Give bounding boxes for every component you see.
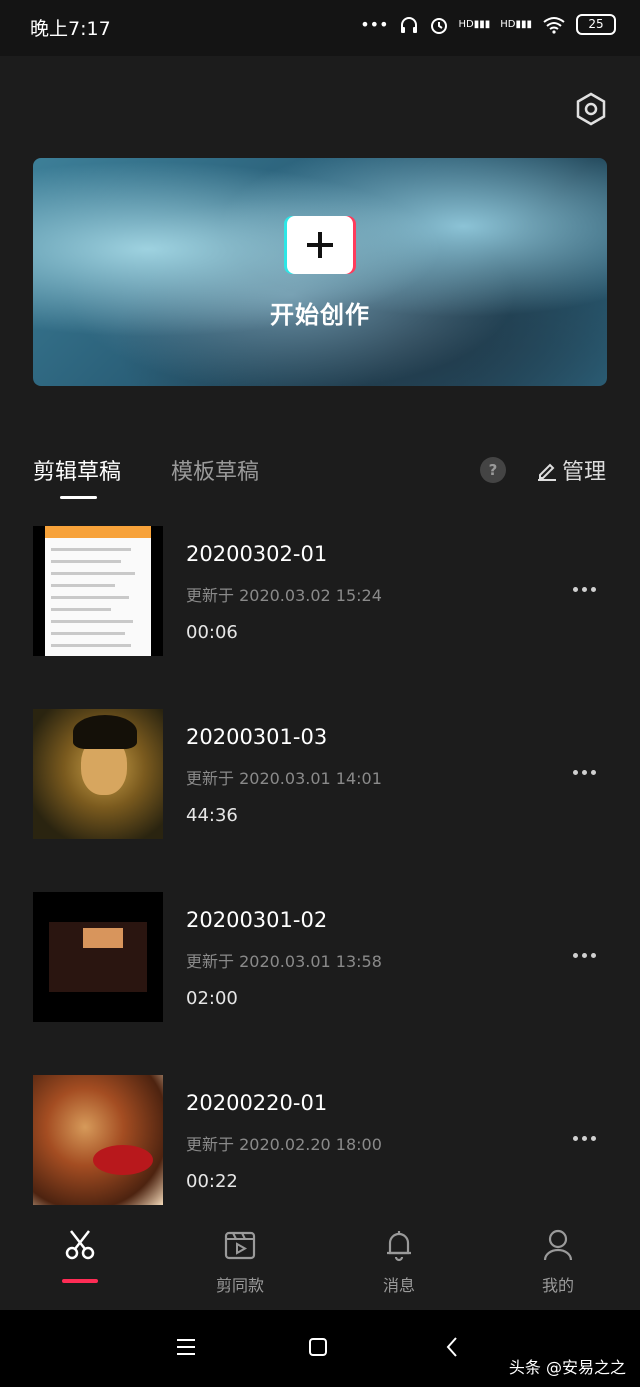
draft-item[interactable]: 20200220-01 更新于 2020.02.20 18:00 00:22 — [33, 1075, 613, 1205]
nav-profile[interactable]: 我的 — [503, 1216, 613, 1310]
draft-item[interactable]: 20200302-01 更新于 2020.03.02 15:24 00:06 — [33, 526, 613, 656]
draft-updated-time: 更新于 2020.02.20 18:00 — [186, 1135, 382, 1154]
draft-title: 20200301-02 — [186, 908, 328, 932]
battery-icon: 25 — [576, 14, 616, 35]
start-creating-label: 开始创作 — [270, 301, 370, 329]
add-project-button[interactable] — [287, 216, 353, 274]
settings-icon[interactable] — [574, 92, 608, 126]
active-tab-indicator — [60, 496, 97, 499]
tab-edit-drafts[interactable]: 剪辑草稿 — [33, 454, 121, 486]
nav-template[interactable]: 剪同款 — [185, 1216, 295, 1310]
more-dots-icon: ••• — [360, 15, 389, 34]
draft-item[interactable]: 20200301-02 更新于 2020.03.01 13:58 02:00 — [33, 892, 613, 1022]
draft-thumbnail — [33, 1075, 163, 1205]
tab-template-drafts[interactable]: 模板草稿 — [171, 454, 259, 486]
edit-icon — [538, 463, 556, 481]
home-icon[interactable] — [308, 1337, 328, 1357]
help-icon[interactable]: ? — [480, 457, 506, 483]
draft-thumbnail — [33, 709, 163, 839]
status-time: 晚上7:17 — [30, 18, 111, 40]
draft-thumbnail — [33, 526, 163, 656]
menu-icon[interactable] — [176, 1338, 196, 1356]
scissors-icon — [65, 1230, 95, 1260]
manage-label: 管理 — [562, 460, 607, 485]
draft-item[interactable]: 20200301-03 更新于 2020.03.01 14:01 44:36 — [33, 709, 613, 839]
headphones-icon — [400, 16, 417, 33]
more-options-icon[interactable] — [573, 1130, 607, 1146]
more-options-icon[interactable] — [573, 947, 607, 963]
draft-thumbnail — [33, 892, 163, 1022]
draft-duration: 44:36 — [186, 805, 238, 826]
nav-edit[interactable] — [25, 1216, 135, 1310]
manage-button[interactable]: 管理 — [536, 454, 606, 486]
watermark: 头条 @安易之之 — [508, 1358, 626, 1377]
plus-icon-vertical — [318, 232, 322, 258]
clapper-icon — [224, 1231, 256, 1260]
draft-title: 20200220-01 — [186, 1091, 328, 1115]
status-icons: ••• HD▮▮▮ HD▮▮▮ 25 — [360, 14, 616, 35]
draft-title: 20200301-03 — [186, 725, 328, 749]
draft-duration: 02:00 — [186, 988, 238, 1009]
nav-messages[interactable]: 消息 — [344, 1216, 454, 1310]
more-options-icon[interactable] — [573, 581, 607, 597]
signal-icon: HD▮▮▮ — [458, 19, 491, 30]
signal-icon-2: HD▮▮▮ — [500, 19, 532, 30]
draft-duration: 00:06 — [186, 622, 238, 643]
active-nav-indicator — [62, 1279, 98, 1283]
wifi-icon — [543, 16, 565, 34]
draft-title: 20200302-01 — [186, 542, 328, 566]
draft-duration: 00:22 — [186, 1171, 238, 1192]
draft-updated-time: 更新于 2020.03.02 15:24 — [186, 586, 382, 605]
back-icon[interactable] — [445, 1336, 459, 1358]
bell-icon — [387, 1231, 411, 1262]
alarm-icon — [430, 17, 447, 34]
nav-messages-label: 消息 — [382, 1276, 415, 1295]
bottom-navigation: 剪同款 消息 我的 — [0, 1216, 640, 1310]
nav-template-label: 剪同款 — [215, 1276, 264, 1295]
draft-updated-time: 更新于 2020.03.01 13:58 — [186, 952, 382, 971]
nav-profile-label: 我的 — [541, 1276, 574, 1295]
start-creating-banner[interactable]: 开始创作 — [33, 158, 607, 386]
more-options-icon[interactable] — [573, 764, 607, 780]
user-icon — [543, 1229, 573, 1261]
draft-updated-time: 更新于 2020.03.01 14:01 — [186, 769, 382, 788]
